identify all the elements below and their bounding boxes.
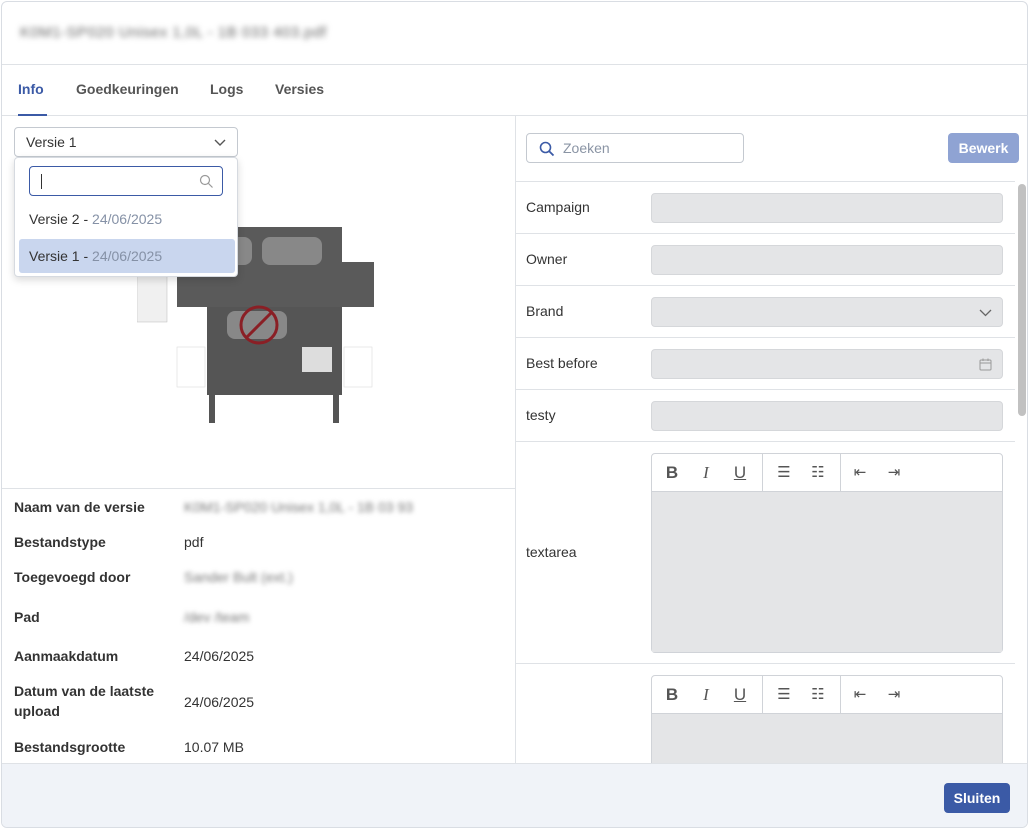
version-dropdown: Versie 2 - 24/06/2025 Versie 1 - 24/06/2… bbox=[14, 157, 238, 277]
tab-goedkeuringen[interactable]: Goedkeuringen bbox=[76, 65, 179, 116]
bullet-list-icon[interactable]: ☰ bbox=[774, 685, 794, 705]
text-caret bbox=[41, 174, 42, 189]
meta-label: Datum van de laatste upload bbox=[14, 683, 155, 719]
best-before-date-input[interactable] bbox=[651, 349, 1003, 379]
field-label: Brand bbox=[526, 303, 564, 319]
scrollbar[interactable] bbox=[1018, 184, 1026, 416]
meta-value: pdf bbox=[184, 534, 204, 550]
version-select-value: Versie 1 bbox=[26, 134, 77, 150]
meta-value: 24/06/2025 bbox=[184, 694, 255, 710]
outdent-icon[interactable]: ⇤ bbox=[850, 685, 870, 705]
meta-label: Aanmaakdatum bbox=[14, 648, 119, 664]
form-row-owner: Owner bbox=[516, 234, 1015, 286]
metadata-form: Campaign Owner Brand Best before testy t… bbox=[516, 181, 1015, 764]
form-row-testy: testy bbox=[516, 390, 1015, 442]
indent-icon[interactable]: ⇥ bbox=[884, 685, 904, 705]
editor-toolbar: B I U ☰ ☷ ⇤ ⇥ bbox=[652, 676, 1002, 714]
form-row-brand: Brand bbox=[516, 286, 1015, 338]
editor-body[interactable] bbox=[652, 492, 1002, 652]
modal-header: K0M1-SP020 Unisex 1,0L - 1B 033 403.pdf bbox=[2, 2, 1027, 65]
version-modal: K0M1-SP020 Unisex 1,0L - 1B 033 403.pdf … bbox=[1, 1, 1028, 828]
field-label: Campaign bbox=[526, 199, 590, 215]
option-label: Versie 2 - bbox=[29, 211, 93, 227]
numbered-list-icon[interactable]: ☷ bbox=[808, 685, 828, 705]
meta-value: /dev /team bbox=[184, 609, 250, 625]
calendar-icon bbox=[979, 358, 992, 371]
field-label: Best before bbox=[526, 355, 598, 371]
search-placeholder: Zoeken bbox=[563, 140, 610, 156]
meta-label: Bestandsgrootte bbox=[14, 739, 126, 755]
meta-value: K0M1-SP020 Unisex 1,0L - 1B 03 93 bbox=[184, 499, 414, 515]
tab-logs[interactable]: Logs bbox=[210, 65, 243, 116]
modal-title: K0M1-SP020 Unisex 1,0L - 1B 033 403.pdf bbox=[20, 24, 327, 41]
tab-info[interactable]: Info bbox=[18, 65, 47, 116]
search-icon bbox=[539, 141, 555, 157]
form-row-best-before: Best before bbox=[516, 338, 1015, 390]
option-label: Versie 1 - bbox=[29, 248, 93, 264]
numbered-list-icon[interactable]: ☷ bbox=[808, 463, 828, 483]
tab-bar: Info Goedkeuringen Logs Versies bbox=[2, 65, 1027, 116]
outdent-icon[interactable]: ⇤ bbox=[850, 463, 870, 483]
underline-icon[interactable]: U bbox=[730, 463, 750, 483]
chevron-down-icon bbox=[979, 309, 992, 317]
rich-text-editor: B I U ☰ ☷ ⇤ ⇥ bbox=[651, 675, 1003, 764]
underline-icon[interactable]: U bbox=[730, 685, 750, 705]
owner-input[interactable] bbox=[651, 245, 1003, 275]
bold-icon[interactable]: B bbox=[662, 463, 682, 483]
meta-label: Pad bbox=[14, 609, 40, 625]
meta-value: 10.07 MB bbox=[184, 739, 244, 755]
brand-select[interactable] bbox=[651, 297, 1003, 327]
left-panel: Versie 1 Versie 2 - 24/06/2025 Versie 1 … bbox=[2, 116, 516, 764]
testy-input[interactable] bbox=[651, 401, 1003, 431]
bullet-list-icon[interactable]: ☰ bbox=[774, 463, 794, 483]
form-row-campaign: Campaign bbox=[516, 182, 1015, 234]
version-select[interactable]: Versie 1 bbox=[14, 127, 238, 157]
meta-label: Naam van de versie bbox=[14, 499, 145, 515]
search-icon bbox=[199, 174, 213, 188]
rich-text-editor: B I U ☰ ☷ ⇤ ⇥ bbox=[651, 453, 1003, 653]
field-label: Owner bbox=[526, 251, 568, 267]
chevron-down-icon bbox=[214, 139, 226, 146]
meta-label: Toegevoegd door bbox=[14, 569, 131, 585]
editor-toolbar: B I U ☰ ☷ ⇤ ⇥ bbox=[652, 454, 1002, 492]
form-row-textarea: textarea B I U ☰ ☷ ⇤ ⇥ bbox=[516, 442, 1015, 664]
dropdown-option-versie-1[interactable]: Versie 1 - 24/06/2025 bbox=[19, 239, 235, 273]
field-search-input[interactable]: Zoeken bbox=[526, 133, 744, 163]
edit-button[interactable]: Bewerk bbox=[948, 133, 1019, 163]
meta-value: Sander Bult (ext.) bbox=[184, 569, 293, 585]
field-label: testy bbox=[526, 407, 556, 423]
italic-icon[interactable]: I bbox=[696, 685, 716, 705]
campaign-input[interactable] bbox=[651, 193, 1003, 223]
right-panel: Zoeken Bewerk Campaign Owner Brand Best … bbox=[516, 116, 1027, 764]
tab-versies[interactable]: Versies bbox=[275, 65, 324, 116]
italic-icon[interactable]: I bbox=[696, 463, 716, 483]
version-metadata: Naam van de versie K0M1-SP020 Unisex 1,0… bbox=[2, 488, 515, 755]
meta-label: Bestandstype bbox=[14, 534, 106, 550]
dropdown-option-versie-2[interactable]: Versie 2 - 24/06/2025 bbox=[19, 202, 235, 236]
editor-body[interactable] bbox=[652, 714, 1002, 764]
option-date: 24/06/2025 bbox=[92, 211, 163, 227]
indent-icon[interactable]: ⇥ bbox=[884, 463, 904, 483]
close-button[interactable]: Sluiten bbox=[944, 783, 1010, 813]
dropdown-search-input[interactable] bbox=[29, 166, 223, 196]
option-date: 24/06/2025 bbox=[92, 248, 163, 264]
meta-value: 24/06/2025 bbox=[184, 648, 255, 664]
modal-footer: Sluiten bbox=[2, 763, 1027, 827]
field-label: textarea bbox=[526, 544, 577, 560]
bold-icon[interactable]: B bbox=[662, 685, 682, 705]
form-row-editor-2: B I U ☰ ☷ ⇤ ⇥ bbox=[516, 664, 1015, 764]
